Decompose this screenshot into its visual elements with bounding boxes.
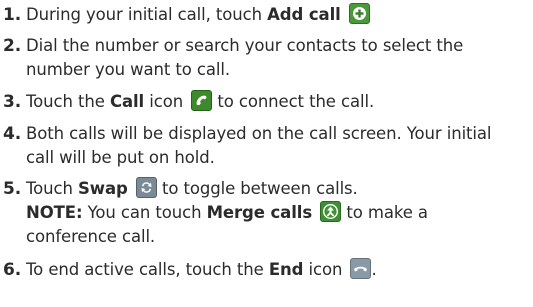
step-line: Dial the number or search your contacts … (26, 36, 464, 55)
step-line: Both calls will be displayed on the call… (26, 124, 492, 143)
call-icon (191, 90, 213, 111)
step-number: 4. (3, 124, 22, 144)
step-number: 2. (3, 36, 22, 56)
merge-calls-label: Merge calls (206, 203, 313, 222)
step-number: 6. (3, 260, 22, 280)
swap-label: Swap (78, 179, 128, 198)
add-call-label: Add call (267, 5, 341, 24)
end-label: End (268, 260, 304, 279)
merge-calls-icon (320, 201, 342, 222)
add-call-icon (348, 3, 370, 24)
step-line: call will be put on hold. (26, 148, 215, 167)
note-line: conference call. (26, 227, 156, 246)
step-line: Touch Swap to toggle between calls. (26, 177, 358, 198)
step-number: 1. (3, 5, 22, 25)
step-number: 3. (3, 92, 22, 112)
step-line: During your initial call, touch Add call (26, 3, 370, 27)
note-label: NOTE: (26, 203, 83, 222)
end-call-icon (350, 258, 372, 279)
step-line: To end active calls, touch the End icon … (26, 258, 377, 279)
step-number: 5. (3, 179, 22, 199)
instructions-document: 1. During your initial call, touch Add c… (0, 0, 533, 307)
note-line: NOTE: You can touch Merge calls to make … (26, 201, 428, 222)
call-label: Call (109, 92, 145, 111)
step-line: number you want to call. (26, 60, 230, 79)
swap-icon (135, 177, 157, 198)
step-line: Touch the Call icon to connect the call. (26, 90, 375, 111)
